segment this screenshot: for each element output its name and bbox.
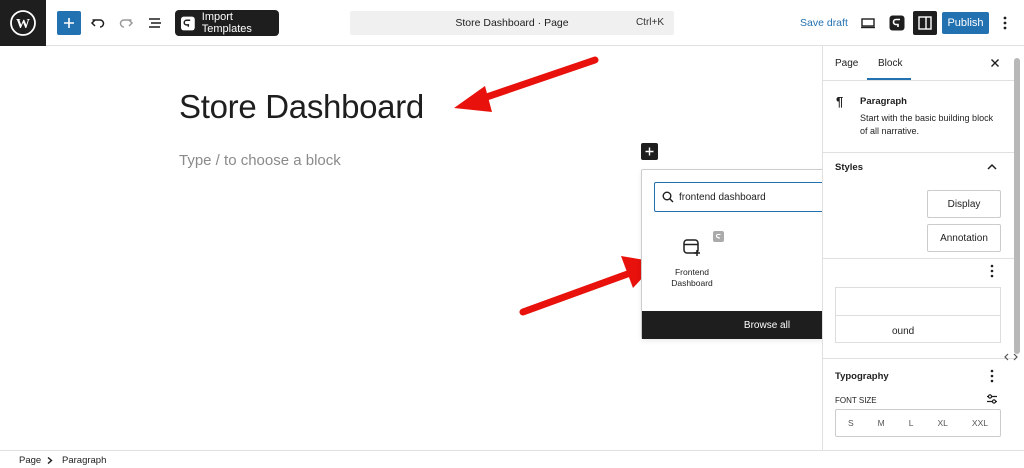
active-tab-indicator [867,78,911,80]
preview-button[interactable] [856,11,880,35]
block-description-line1: Start with the basic building block [860,113,994,123]
tab-page[interactable]: Page [835,58,858,69]
more-vertical-icon[interactable] [990,369,994,383]
styles-panel: Styles Display Annotation [823,153,1015,259]
more-vertical-icon [1003,16,1007,30]
editor-top-bar: W Import Templates Store Dashboard · Pag… [0,0,1024,46]
typography-heading: Typography [835,371,889,382]
breadcrumb-page[interactable]: Page [19,455,41,466]
font-size-m[interactable]: M [878,418,885,428]
redo-icon [119,19,134,28]
page-title[interactable]: Store Dashboard [179,88,424,126]
font-size-label: FONT SIZE [835,396,877,405]
wordpress-icon: W [10,10,36,36]
wordpress-logo-button[interactable]: W [0,0,46,46]
font-size-xl[interactable]: XL [938,418,948,428]
settings-sidebar: Page Block ¶ Paragraph Start with the ba… [822,46,1024,450]
block-name: Paragraph [860,96,907,107]
annotation-arrow-title [454,56,599,112]
sidebar-scrollbar[interactable] [1014,58,1020,354]
options-menu-button[interactable] [995,11,1015,35]
more-vertical-icon[interactable] [990,264,994,278]
command-palette-bar[interactable]: Store Dashboard · Page Ctrl+K [350,11,674,35]
undo-button[interactable] [86,11,110,35]
resize-handle-icon[interactable] [1004,352,1018,362]
style-display-button[interactable]: Display [927,190,1001,218]
document-overview-button[interactable] [143,11,167,35]
import-templates-button[interactable]: Import Templates [175,10,279,36]
plus-icon [645,147,654,156]
frontend-dashboard-icon [683,239,700,256]
plugin-logo-icon [181,16,195,30]
sidebar-icon [918,16,932,30]
settings-sidebar-toggle[interactable] [913,11,937,35]
paragraph-placeholder[interactable]: Type / to choose a block [179,152,341,169]
breadcrumb: Page Paragraph [0,450,1024,468]
color-panel: ound [823,259,1015,359]
font-size-picker: S M L XL XXL [835,409,1001,437]
block-inserter-toggle[interactable] [641,143,658,160]
settings-sliders-icon[interactable] [986,393,998,405]
frontend-dashboard-label: Frontend Dashboard [671,267,713,288]
plugin-logo-icon [889,15,905,31]
add-block-button[interactable] [57,11,81,35]
block-description-line2: of all narrative. [860,126,920,136]
publish-button[interactable]: Publish [942,12,989,34]
paragraph-icon: ¶ [836,94,844,109]
font-size-s[interactable]: S [848,418,854,428]
command-shortcut: Ctrl+K [635,17,664,28]
styles-heading[interactable]: Styles [835,162,863,173]
style-annotation-button[interactable]: Annotation [927,224,1001,252]
list-view-icon [149,18,161,28]
chevron-up-icon[interactable] [987,163,997,171]
document-title: Store Dashboard · Page [455,17,569,29]
close-icon[interactable] [990,58,1000,68]
save-draft-button[interactable]: Save draft [800,17,848,29]
svg-text:W: W [16,17,30,32]
import-templates-label: Import Templates [201,11,252,35]
breadcrumb-paragraph[interactable]: Paragraph [62,455,106,466]
plus-icon [64,18,74,28]
background-color-option[interactable]: ound [892,326,914,337]
block-card: ¶ Paragraph Start with the basic buildin… [823,81,1015,153]
plugin-panel-button[interactable] [885,11,909,35]
sidebar-tabs: Page Block [823,46,1015,81]
font-size-xxl[interactable]: XXL [972,418,988,428]
plugin-badge-icon [713,231,724,242]
undo-icon [90,19,105,28]
color-options-list: ound [835,287,1001,343]
chevron-right-icon [47,457,53,464]
tab-block[interactable]: Block [878,58,902,69]
desktop-preview-icon [861,18,875,29]
font-size-l[interactable]: L [909,418,914,428]
search-icon [662,191,674,203]
redo-button[interactable] [114,11,138,35]
